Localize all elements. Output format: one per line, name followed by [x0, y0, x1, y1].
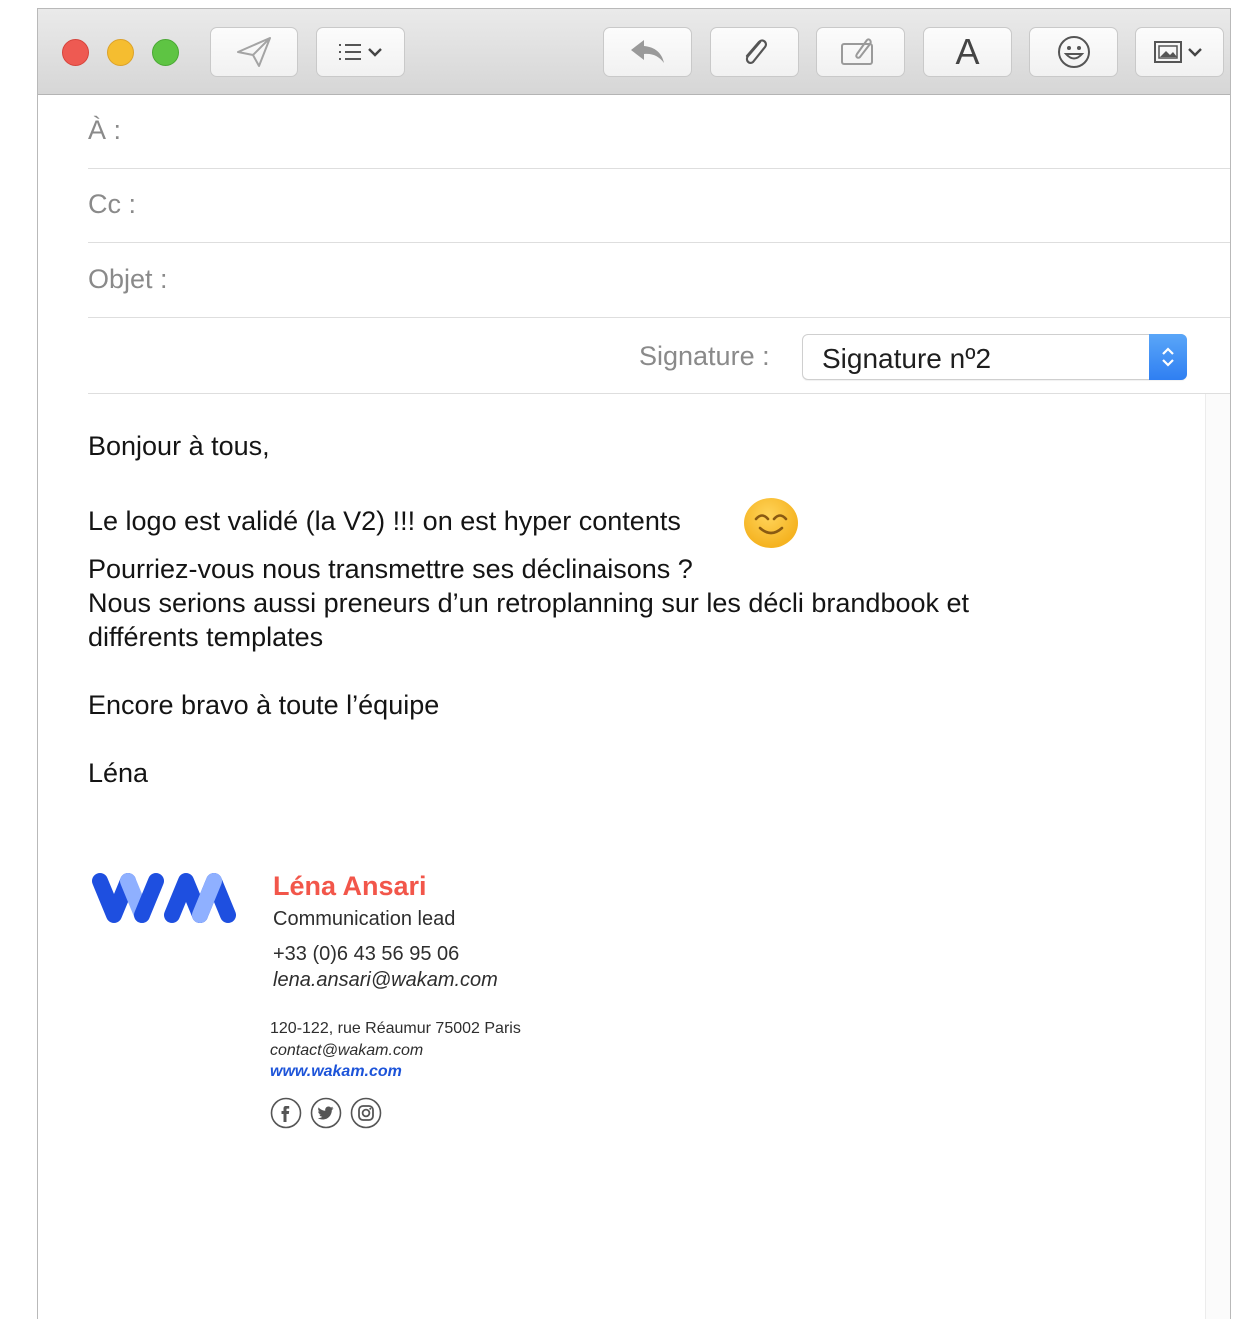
- smiling-face-emoji-icon: [744, 498, 798, 548]
- message-line: différents templates: [88, 622, 324, 652]
- message-greeting: Bonjour à tous,: [88, 431, 270, 461]
- cc-input[interactable]: [188, 183, 1210, 225]
- attach-button[interactable]: [710, 27, 799, 77]
- message-line: Pourriez-vous nous transmettre ses décli…: [88, 554, 693, 584]
- emoji-button[interactable]: [1029, 27, 1118, 77]
- signature-select[interactable]: Signature nº2: [802, 334, 1187, 380]
- to-label: À :: [88, 115, 122, 145]
- twitter-icon[interactable]: [310, 1097, 342, 1129]
- signature-selected-value: Signature nº2: [822, 343, 992, 374]
- to-field-row: À :: [88, 95, 1230, 169]
- format-button[interactable]: A: [923, 27, 1012, 77]
- message-line: Encore bravo à toute l’équipe: [88, 690, 440, 720]
- signature-name: Léna Ansari: [273, 871, 427, 901]
- header-fields-button[interactable]: [316, 27, 405, 77]
- zoom-window-button[interactable]: [152, 39, 179, 66]
- chevron-up-down-icon: [1162, 347, 1174, 367]
- reply-button[interactable]: [603, 27, 692, 77]
- cc-label: Cc :: [88, 189, 137, 219]
- subject-label: Objet :: [88, 264, 168, 294]
- photo-browser-button[interactable]: [1135, 27, 1224, 77]
- list-chevron-down-icon: [338, 44, 382, 60]
- markup-button[interactable]: [816, 27, 905, 77]
- send-button[interactable]: [210, 27, 298, 77]
- signature-row: Signature : Signature nº2: [88, 319, 1230, 394]
- paperclip-icon: [745, 39, 767, 64]
- paper-plane-icon: [237, 37, 271, 67]
- signature-role: Communication lead: [273, 908, 456, 930]
- reply-arrow-icon: [630, 40, 664, 63]
- minimize-window-button[interactable]: [107, 39, 134, 66]
- mail-compose-window: A À : Cc : Objet : Signature: Signature…: [37, 8, 1231, 1319]
- smiley-icon: [1057, 36, 1090, 68]
- message-line: Le logo est validé (la V2) !!! on est hy…: [88, 506, 681, 536]
- facebook-icon[interactable]: [270, 1097, 302, 1129]
- email-signature: Léna Ansari Communication lead +33 (0)6 …: [88, 869, 788, 1169]
- photo-chevron-down-icon: [1153, 41, 1202, 63]
- message-line: Nous serions aussi preneurs d’un retropl…: [88, 588, 970, 618]
- message-signoff: Léna: [88, 758, 149, 788]
- subject-input[interactable]: [208, 258, 1210, 300]
- wakam-logo-icon: [92, 873, 236, 923]
- to-input[interactable]: [188, 109, 1210, 151]
- signature-email[interactable]: lena.ansari@wakam.com: [273, 963, 498, 997]
- toolbar: A: [38, 9, 1230, 95]
- signature-label: Signature :: [639, 341, 770, 371]
- close-window-button[interactable]: [62, 39, 89, 66]
- signature-website-link[interactable]: www.wakam.com: [270, 1055, 402, 1089]
- scrollbar-track[interactable]: [1205, 394, 1230, 1319]
- subject-field-row: Objet :: [88, 244, 1230, 318]
- format-letter-icon: A: [955, 31, 980, 72]
- instagram-icon[interactable]: [350, 1097, 382, 1129]
- signature-stepper[interactable]: [1149, 334, 1187, 380]
- cc-field-row: Cc :: [88, 169, 1230, 243]
- markup-icon: [840, 38, 873, 65]
